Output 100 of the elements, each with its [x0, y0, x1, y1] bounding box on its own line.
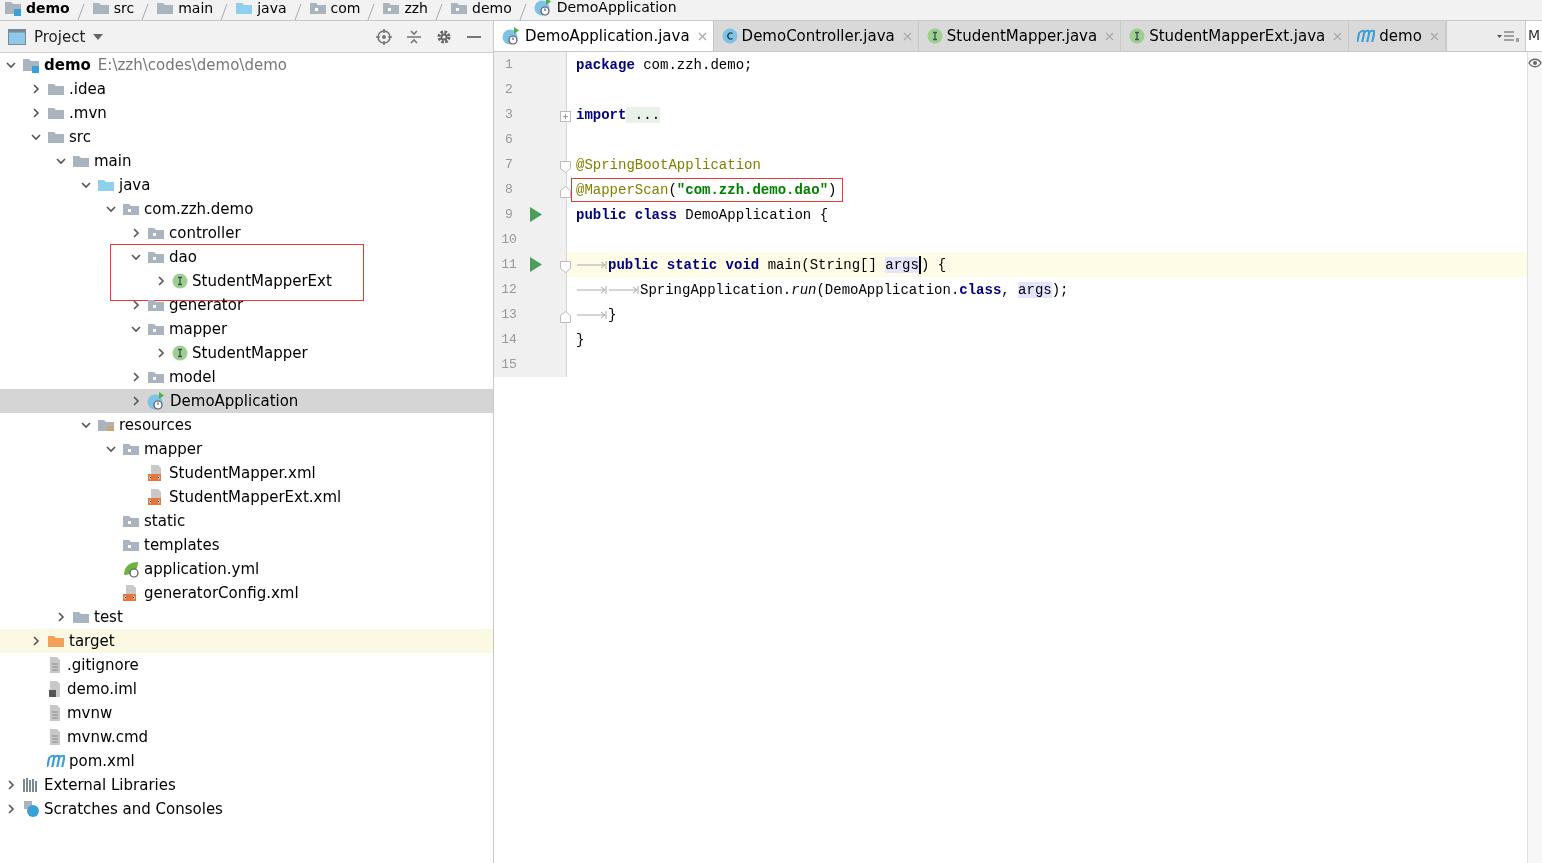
chevron-right-icon[interactable]	[156, 276, 166, 286]
chevron-right-icon[interactable]	[6, 804, 16, 814]
tree-item[interactable]: StudentMapper.xml	[0, 461, 493, 485]
chevron-down-icon[interactable]	[131, 324, 141, 334]
tree-item[interactable]: demo.iml	[0, 677, 493, 701]
breadcrumb[interactable]: java	[235, 0, 287, 16]
fold-marker[interactable]	[560, 258, 571, 270]
eye-icon[interactable]	[1528, 58, 1542, 68]
editor-tab[interactable]: DemoController.java	[713, 21, 919, 51]
tab-list-icon[interactable]	[1497, 30, 1519, 42]
tree-item[interactable]: test	[0, 605, 493, 629]
play-icon	[530, 257, 542, 272]
tree-item[interactable]: DemoApplication	[0, 389, 493, 413]
tree-item[interactable]: Scratches and Consoles	[0, 797, 493, 821]
run-button[interactable]	[530, 207, 542, 222]
package-icon	[147, 249, 165, 265]
chevron-right-icon[interactable]	[6, 780, 16, 790]
chevron-right-icon[interactable]	[131, 300, 141, 310]
tab-arrow-icon	[576, 284, 608, 295]
tree-item[interactable]: External Libraries	[0, 773, 493, 797]
side-tab[interactable]: M	[1525, 21, 1542, 51]
code-line: 7 @SpringBootApplication	[494, 152, 1527, 177]
tree-item[interactable]: templates	[0, 533, 493, 557]
editor-tab[interactable]: StudentMapperExt.java	[1121, 21, 1350, 51]
interface-icon	[172, 273, 188, 289]
breadcrumb[interactable]: src	[91, 0, 135, 16]
tree-item[interactable]: demo E:\zzh\codes\demo\demo	[0, 53, 493, 77]
code-line: 6	[494, 127, 1527, 152]
tree-item[interactable]: target	[0, 629, 493, 653]
text-file-icon	[47, 728, 63, 746]
chevron-down-icon[interactable]	[56, 156, 66, 166]
breadcrumb[interactable]: main	[156, 0, 214, 16]
tree-item[interactable]: pom.xml	[0, 749, 493, 773]
tree-item[interactable]: StudentMapper	[0, 341, 493, 365]
tree-item[interactable]: mvnw.cmd	[0, 725, 493, 749]
collapse-icon	[406, 28, 422, 45]
tree-item[interactable]: com.zzh.demo	[0, 197, 493, 221]
code-line: 10	[494, 227, 1527, 252]
tree-item[interactable]: main	[0, 149, 493, 173]
breadcrumb[interactable]: zzh	[382, 0, 428, 16]
breadcrumb[interactable]: DemoApplication	[533, 0, 677, 16]
chevron-down-icon[interactable]	[106, 444, 116, 454]
interface-icon	[1129, 28, 1146, 44]
editor-tab[interactable]: StudentMapper.java	[918, 21, 1122, 51]
fold-marker[interactable]	[560, 158, 571, 170]
resources-folder-icon	[97, 417, 115, 433]
tree-item[interactable]: StudentMapperExt.xml	[0, 485, 493, 509]
editor-tab[interactable]: demo	[1349, 21, 1446, 51]
tree-item[interactable]: model	[0, 365, 493, 389]
editor-tab[interactable]: DemoApplication.java	[494, 21, 714, 51]
tree-item[interactable]: java	[0, 173, 493, 197]
chevron-right-icon[interactable]	[131, 372, 141, 382]
tree-item[interactable]: mapper	[0, 317, 493, 341]
fold-marker[interactable]	[560, 183, 571, 195]
tree-item[interactable]: resources	[0, 413, 493, 437]
chevron-down-icon[interactable]	[81, 420, 91, 430]
separator-icon	[434, 4, 444, 20]
tree-item[interactable]: controller	[0, 221, 493, 245]
chevron-right-icon[interactable]	[156, 348, 166, 358]
breadcrumb[interactable]: demo	[450, 0, 512, 16]
breadcrumb[interactable]: com	[308, 0, 361, 16]
folder-icon	[91, 0, 110, 16]
chevron-down-icon[interactable]	[81, 180, 91, 190]
chevron-down-icon[interactable]	[31, 132, 41, 142]
chevron-right-icon[interactable]	[31, 108, 41, 118]
chevron-right-icon[interactable]	[131, 228, 141, 238]
package-icon	[122, 441, 140, 457]
tree-item[interactable]: mapper	[0, 437, 493, 461]
text-file-icon	[47, 656, 63, 674]
tree-item[interactable]: .idea	[0, 77, 493, 101]
tab-arrow-icon	[576, 259, 608, 270]
tree-item[interactable]: application.yml	[0, 557, 493, 581]
tree-item[interactable]: StudentMapperExt	[0, 269, 493, 293]
chevron-right-icon[interactable]	[31, 84, 41, 94]
view-selector[interactable]: Project	[8, 27, 104, 46]
tree-item[interactable]: .mvn	[0, 101, 493, 125]
spring-app-icon	[502, 27, 521, 45]
fold-icon	[560, 161, 571, 173]
chevron-down-icon[interactable]	[6, 60, 16, 70]
breadcrumb[interactable]: demo	[4, 0, 70, 16]
tree-item[interactable]: mvnw	[0, 701, 493, 725]
chevron-down-icon[interactable]	[106, 204, 116, 214]
tree-item[interactable]: src	[0, 125, 493, 149]
chevron-down-icon[interactable]	[131, 252, 141, 262]
chevron-right-icon[interactable]	[56, 612, 66, 622]
play-icon	[530, 207, 542, 222]
chevron-right-icon[interactable]	[131, 396, 141, 406]
fold-marker[interactable]	[560, 108, 571, 120]
tree-item[interactable]: static	[0, 509, 493, 533]
package-icon	[122, 513, 140, 529]
fold-marker[interactable]	[560, 308, 571, 320]
maven-icon	[47, 754, 65, 768]
chevron-right-icon[interactable]	[31, 636, 41, 646]
scratches-icon	[22, 800, 40, 818]
code-line: 9 public class DemoApplication {	[494, 202, 1527, 227]
tree-item[interactable]: .gitignore	[0, 653, 493, 677]
run-button[interactable]	[530, 257, 542, 272]
tree-item[interactable]: generatorConfig.xml	[0, 581, 493, 605]
tree-item[interactable]: dao	[0, 245, 493, 269]
tree-item[interactable]: generator	[0, 293, 493, 317]
